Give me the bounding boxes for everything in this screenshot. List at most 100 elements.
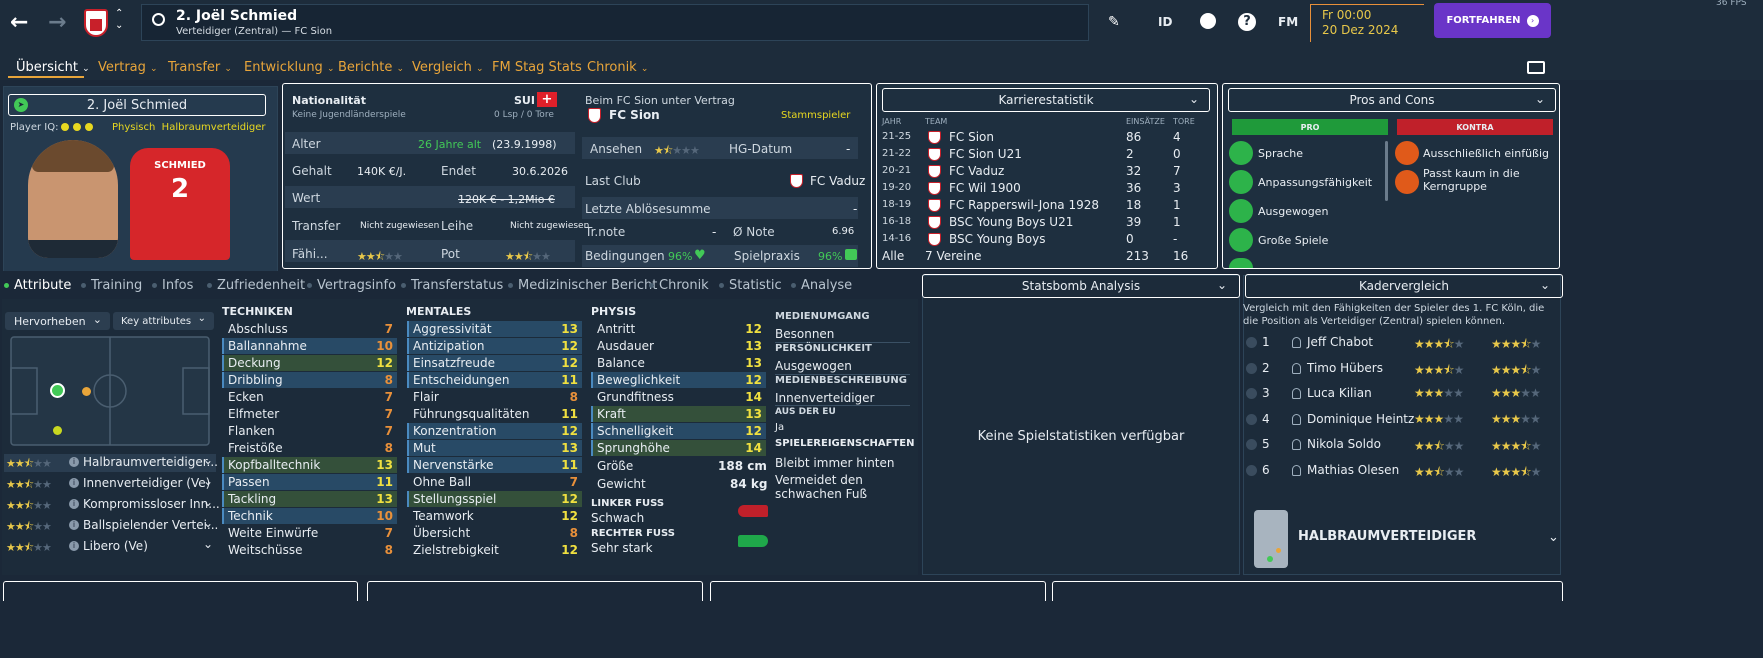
physical-title: PHYSIS <box>591 305 637 318</box>
subtab-5[interactable]: Transferstatus <box>401 278 503 293</box>
id-button[interactable]: ID <box>1158 15 1172 29</box>
iq-dot <box>73 123 81 131</box>
info-icon[interactable]: i <box>69 520 79 530</box>
subtab-0[interactable]: Attribute <box>4 278 71 293</box>
pro-label: PRO <box>1300 122 1320 132</box>
role-name[interactable]: Innenverteidiger (Ve) <box>83 476 210 490</box>
subtab-3[interactable]: Zufriedenheit <box>207 278 305 293</box>
squad-player-name[interactable]: Timo Hübers <box>1307 361 1383 375</box>
pin-icon[interactable]: ➤ <box>14 98 28 112</box>
chevron-down-icon[interactable]: ⌄ <box>203 453 213 467</box>
career-team[interactable]: BSC Young Boys <box>949 232 1045 246</box>
chevron-down-icon[interactable]: ⌄ <box>203 537 213 551</box>
role-name[interactable]: Kompromissloser Inn... <box>83 497 220 511</box>
subtab-8[interactable]: Statistic <box>719 278 782 293</box>
highlight-dropdown[interactable]: Hervorheben ⌄ <box>5 312 110 330</box>
subtab-9[interactable]: Analyse <box>791 278 852 293</box>
attribute-name: Flair <box>413 390 439 404</box>
role-name[interactable]: Libero (Ve) <box>83 539 148 553</box>
back-arrow-icon[interactable]: ← <box>10 10 28 35</box>
info-icon[interactable]: i <box>69 499 79 509</box>
height-label: Größe <box>597 459 634 473</box>
squad-rank: 3 <box>1262 386 1270 400</box>
avgnote-label: Ø Note <box>733 225 775 239</box>
radio-icon[interactable] <box>1246 337 1257 348</box>
statsbomb-dropdown[interactable]: Statsbomb Analysis ⌄ <box>922 274 1240 298</box>
subtab-dot <box>207 283 212 288</box>
subtab-6[interactable]: Medizinischer Bericht <box>508 278 657 293</box>
bottom-panel-2 <box>367 581 703 601</box>
squad-rank: 1 <box>1262 335 1270 349</box>
career-team[interactable]: FC Wil 1900 <box>949 181 1021 195</box>
tab-entwicklung[interactable]: Entwicklung ⌄ <box>244 60 335 75</box>
career-apps: 86 <box>1126 130 1142 144</box>
help-icon[interactable]: ? <box>1238 13 1256 31</box>
attribute-value: 10 <box>376 509 393 523</box>
role-name[interactable]: Ballspielender Vertei... <box>83 518 218 532</box>
attribute-name: Weitschüsse <box>228 543 303 557</box>
fm-button[interactable]: FM <box>1278 15 1298 29</box>
career-team[interactable]: FC Rapperswil-Jona 1928 <box>949 198 1099 212</box>
radio-icon[interactable] <box>1246 439 1257 450</box>
squad-player-name[interactable]: Dominique Heintz <box>1307 412 1414 426</box>
chevron-down-icon[interactable]: ⌄ <box>1548 530 1559 545</box>
person-icon <box>1292 362 1301 374</box>
chevron-down-icon[interactable]: ⌄ <box>203 474 213 488</box>
squad-role-footer: HALBRAUMVERTEIDIGER <box>1298 529 1477 544</box>
tab-chronik[interactable]: Chronik ⌄ <box>587 60 648 75</box>
contra-item: Passt kaum in die Kerngruppe <box>1423 167 1520 193</box>
radio-icon[interactable] <box>1246 413 1257 425</box>
radio-icon[interactable] <box>1246 388 1257 399</box>
radio-icon[interactable] <box>1246 464 1257 476</box>
monitor-icon[interactable] <box>1527 61 1545 74</box>
career-team[interactable]: FC Sion <box>949 130 994 144</box>
tab-fm-stag-stats[interactable]: FM Stag Stats <box>492 60 582 75</box>
subtab-7[interactable]: Chronik <box>649 278 709 293</box>
tab-berichte[interactable]: Berichte ⌄ <box>338 60 404 75</box>
pros-cons-dropdown[interactable]: Pros and Cons ⌄ <box>1228 88 1556 112</box>
continue-button[interactable]: FORTFAHREN › <box>1434 3 1551 38</box>
radio-icon[interactable] <box>1246 362 1257 374</box>
career-team[interactable]: FC Sion U21 <box>949 147 1022 161</box>
attribute-value: 7 <box>384 526 393 540</box>
ball-icon[interactable] <box>1200 13 1216 29</box>
attribute-name: Stellungsspiel <box>413 492 497 506</box>
squad-player-name[interactable]: Jeff Chabot <box>1307 335 1373 349</box>
club-crest-icon[interactable] <box>84 9 108 37</box>
career-team[interactable]: BSC Young Boys U21 <box>949 215 1073 229</box>
transfer-label: Transfer <box>292 219 341 233</box>
pros-scrollbar[interactable] <box>1385 141 1388 201</box>
chevron-down-icon[interactable]: ⌄ <box>203 495 213 509</box>
tab-vergleich[interactable]: Vergleich ⌄ <box>412 60 484 75</box>
key-attributes-dropdown[interactable]: Key attributes ⌄ <box>113 312 214 330</box>
squad-dropdown[interactable]: Kadervergleich ⌄ <box>1245 274 1563 298</box>
up-down-chevron-icon[interactable]: ⌃ ⌄ <box>115 8 123 32</box>
pot-stars: ★★⯪★★ <box>505 250 551 263</box>
edit-icon[interactable]: ✎ <box>1108 14 1120 30</box>
chevron-down-icon[interactable]: ⌄ <box>203 516 213 530</box>
role-name[interactable]: Halbraumverteidiger... <box>83 455 218 469</box>
subtab-1[interactable]: Training <box>81 278 142 293</box>
chevron-down-icon: ⌄ <box>150 64 158 74</box>
attribute-name: Führungsqualitäten <box>413 407 530 421</box>
tab-vertrag[interactable]: Vertrag ⌄ <box>98 60 158 75</box>
squad-player-name[interactable]: Mathias Olesen <box>1307 463 1399 477</box>
career-dropdown[interactable]: Karrierestatistik ⌄ <box>882 88 1210 112</box>
media-handling-label: MEDIENUMGANG <box>775 311 870 322</box>
career-team[interactable]: FC Vaduz <box>949 164 1004 178</box>
attribute-name: Kopfballtechnik <box>228 458 321 472</box>
forward-arrow-icon[interactable]: → <box>48 10 66 35</box>
subtab-4[interactable]: Vertragsinfo <box>307 278 396 293</box>
last-club-label: Last Club <box>585 174 641 188</box>
subtab-2[interactable]: Infos <box>152 278 193 293</box>
personality-label: PERSÖNLICHKEIT <box>775 343 872 354</box>
info-icon[interactable]: i <box>69 478 79 488</box>
subtab-dot <box>152 283 157 288</box>
info-icon[interactable]: i <box>69 457 79 467</box>
search-icon[interactable] <box>152 13 165 26</box>
squad-player-name[interactable]: Luca Kilian <box>1307 386 1372 400</box>
squad-player-name[interactable]: Nikola Soldo <box>1307 437 1381 451</box>
tab-uebersicht[interactable]: Übersicht ⌄ <box>16 60 90 75</box>
info-icon[interactable]: i <box>69 541 79 551</box>
tab-transfer[interactable]: Transfer ⌄ <box>168 60 232 75</box>
